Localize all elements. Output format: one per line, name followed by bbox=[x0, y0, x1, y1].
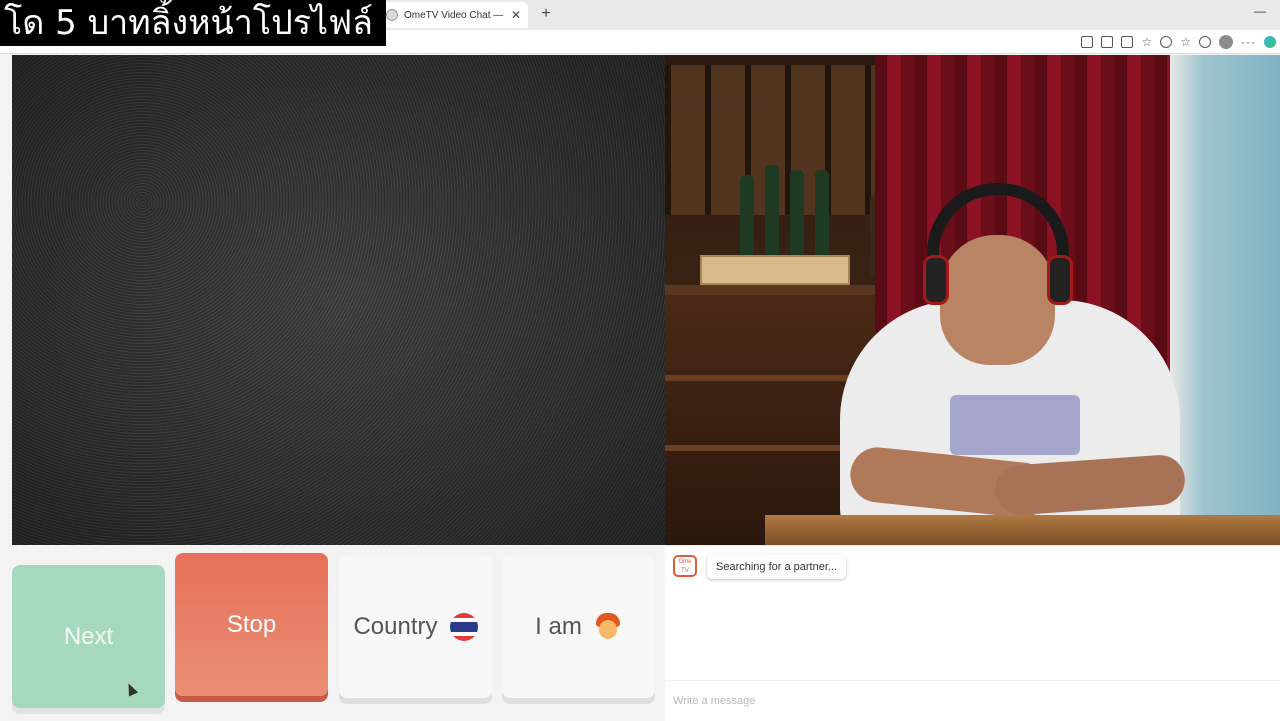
tab-title: OmeTV Video Chat — Omegle bbox=[404, 9, 504, 21]
chat-panel: Ome TV Searching for a partner... bbox=[665, 545, 1280, 721]
headphone-cup-left bbox=[923, 255, 949, 305]
close-tab-icon[interactable]: ✕ bbox=[510, 8, 522, 22]
more-menu-icon[interactable]: ··· bbox=[1241, 35, 1256, 49]
video-shelf-board bbox=[665, 285, 890, 295]
profile-avatar[interactable] bbox=[1219, 35, 1233, 49]
partner-video-static bbox=[12, 55, 665, 545]
video-door bbox=[1170, 55, 1280, 525]
camera-icon[interactable] bbox=[1081, 36, 1094, 48]
gender-button-label: I am bbox=[535, 612, 582, 640]
copilot-icon[interactable] bbox=[1264, 36, 1276, 48]
next-button[interactable]: Next bbox=[12, 565, 165, 708]
ometv-logo-icon: Ome TV bbox=[673, 555, 697, 577]
downloads-icon[interactable] bbox=[1199, 36, 1211, 48]
browser-tab[interactable]: OmeTV Video Chat — Omegle ✕ bbox=[380, 2, 528, 28]
overlay-caption: โด 5 บาทลิ้งหน้าโปรไฟล์ bbox=[0, 0, 386, 46]
minimize-button[interactable]: — bbox=[1254, 4, 1266, 18]
extensions-icon[interactable] bbox=[1160, 36, 1173, 48]
thailand-flag-icon bbox=[449, 612, 478, 641]
stop-button-label: Stop bbox=[226, 610, 277, 638]
shirt-print bbox=[950, 395, 1080, 455]
favorites-icon[interactable]: ☆ bbox=[1180, 36, 1191, 48]
toolbar-icons: ☆ ☆ ··· bbox=[1081, 33, 1280, 51]
self-camera-video bbox=[665, 55, 1280, 545]
favicon-icon bbox=[386, 9, 398, 21]
video-small-shelf bbox=[700, 255, 850, 285]
country-button[interactable]: Country bbox=[339, 555, 492, 698]
headphone-cup-right bbox=[1047, 255, 1073, 305]
apps-icon[interactable] bbox=[1101, 36, 1114, 48]
new-tab-button[interactable]: + bbox=[536, 4, 556, 24]
next-button-label: Next bbox=[63, 622, 114, 650]
chat-message-input[interactable] bbox=[665, 680, 1280, 721]
chat-status-message: Searching for a partner... bbox=[707, 555, 847, 579]
gender-button[interactable]: I am bbox=[502, 555, 655, 698]
video-bottle bbox=[740, 175, 754, 255]
video-bottle bbox=[815, 170, 829, 255]
video-table bbox=[765, 515, 1280, 545]
video-bottle bbox=[790, 170, 804, 255]
favorite-star-icon[interactable]: ☆ bbox=[1141, 36, 1152, 48]
video-bottle bbox=[765, 165, 779, 255]
ometv-app: Next Stop Country I am Ome TV Searching … bbox=[0, 55, 1280, 721]
person-emoji-icon bbox=[594, 612, 622, 641]
stop-button[interactable]: Stop bbox=[175, 553, 328, 696]
emoji-face bbox=[598, 619, 617, 639]
reader-icon[interactable] bbox=[1121, 36, 1134, 48]
country-button-label: Country bbox=[353, 612, 438, 640]
